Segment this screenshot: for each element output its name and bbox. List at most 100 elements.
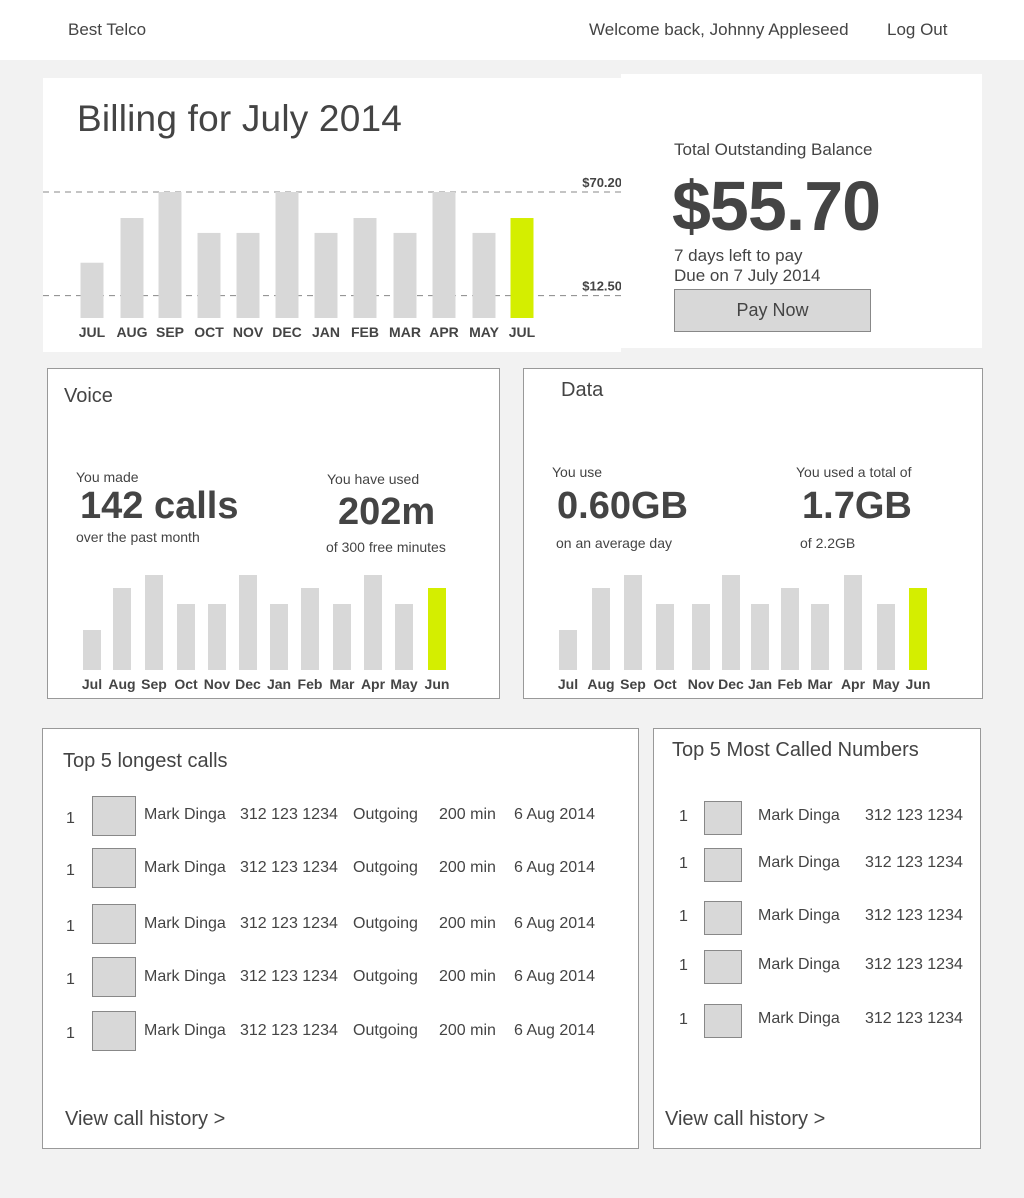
list-item[interactable]: 1 Mark Dinga 312 123 1234: [654, 848, 982, 888]
chart-tick-label: Jan: [267, 676, 291, 692]
chart-bar: [158, 192, 182, 318]
contact-name: Mark Dinga: [144, 859, 226, 876]
call-duration: 200 min: [439, 859, 496, 876]
voice-panel: Voice You made 142 calls over the past m…: [47, 368, 500, 699]
billing-chart-card: Billing for July 2014 $70.20 $12.50 JUL AUG…: [43, 78, 622, 352]
chart-bar: [692, 604, 710, 670]
pay-now-button[interactable]: Pay Now: [674, 289, 871, 332]
call-date: 6 Aug 2014: [514, 859, 595, 876]
chart-bar: [811, 604, 829, 670]
contact-avatar: [704, 801, 742, 835]
contact-name: Mark Dinga: [144, 915, 226, 932]
view-call-history-link[interactable]: View call history >: [65, 1108, 225, 1131]
phone-number: 312 123 1234: [865, 907, 963, 924]
list-item[interactable]: 1 Mark Dinga 312 123 1234 Outgoing 200 m…: [43, 848, 640, 888]
brand-logo-text[interactable]: Best Telco: [68, 20, 146, 40]
chart-tick-label: FEB: [351, 324, 379, 340]
list-item[interactable]: 1 Mark Dinga 312 123 1234: [654, 901, 982, 941]
chart-bar: [208, 604, 226, 670]
chart-tick-label: Jul: [82, 676, 102, 692]
balance-card: Total Outstanding Balance $55.70 7 days …: [621, 74, 982, 348]
reference-line-label: $12.50: [582, 279, 622, 294]
chart-tick-label: Mar: [330, 676, 355, 692]
chart-bar: [393, 232, 417, 318]
chart-bar: [844, 575, 862, 670]
chart-bar: [353, 218, 377, 318]
phone-number: 312 123 1234: [865, 807, 963, 824]
contact-name: Mark Dinga: [758, 1010, 840, 1027]
chart-tick-label: Apr: [841, 676, 866, 692]
list-item[interactable]: 1 Mark Dinga 312 123 1234: [654, 801, 982, 841]
call-rank: 1: [679, 855, 688, 872]
call-rank: 1: [66, 1025, 75, 1042]
list-item[interactable]: 1 Mark Dinga 312 123 1234 Outgoing 200 m…: [43, 796, 640, 836]
contact-avatar: [92, 957, 136, 997]
chart-tick-label: Sep: [620, 676, 646, 692]
longest-calls-title: Top 5 longest calls: [63, 750, 228, 772]
chart-bar: [83, 630, 101, 670]
contact-avatar: [704, 901, 742, 935]
list-item[interactable]: 1 Mark Dinga 312 123 1234: [654, 1004, 982, 1044]
list-item[interactable]: 1 Mark Dinga 312 123 1234 Outgoing 200 m…: [43, 904, 640, 944]
call-date: 6 Aug 2014: [514, 968, 595, 985]
balance-amount: $55.70: [672, 167, 881, 245]
call-date: 6 Aug 2014: [514, 806, 595, 823]
chart-tick-label: JUL: [79, 324, 106, 340]
call-rank: 1: [66, 918, 75, 935]
chart-bar: [113, 588, 131, 670]
list-item[interactable]: 1 Mark Dinga 312 123 1234: [654, 950, 982, 990]
call-direction: Outgoing: [353, 1022, 418, 1039]
contact-name: Mark Dinga: [144, 968, 226, 985]
chart-tick-label: Nov: [204, 676, 231, 692]
chart-tick-label: OCT: [194, 324, 224, 340]
chart-tick-label: Feb: [778, 676, 803, 692]
billing-bar-chart: $70.20 $12.50 JUL AUG SEP OCT NOV DEC JAN FEB MAR A…: [43, 175, 622, 340]
chart-bar: [145, 575, 163, 670]
chart-tick-label: MAR: [389, 324, 421, 340]
chart-bar: [239, 575, 257, 670]
chart-bar: [472, 232, 496, 318]
logout-link[interactable]: Log Out: [887, 20, 948, 40]
chart-bar: [301, 588, 319, 670]
due-date-text: Due on 7 July 2014: [674, 266, 821, 285]
phone-number: 312 123 1234: [865, 854, 963, 871]
call-duration: 200 min: [439, 1022, 496, 1039]
call-rank: 1: [679, 957, 688, 974]
call-rank: 1: [679, 908, 688, 925]
phone-number: 312 123 1234: [240, 1022, 338, 1039]
chart-bar: [333, 604, 351, 670]
reference-line-label: $70.20: [582, 175, 622, 190]
contact-name: Mark Dinga: [758, 907, 840, 924]
view-call-history-link[interactable]: View call history >: [665, 1108, 825, 1131]
voice-bar-chart: Jul Aug Sep Oct Nov Dec Jan Feb Mar Apr May Jun: [82, 575, 449, 692]
list-item[interactable]: 1 Mark Dinga 312 123 1234 Outgoing 200 m…: [43, 1011, 640, 1051]
chart-bar: [364, 575, 382, 670]
phone-number: 312 123 1234: [240, 968, 338, 985]
data-panel: Data You use 0.60GB on an average day Yo…: [523, 368, 983, 699]
contact-name: Mark Dinga: [144, 1022, 226, 1039]
chart-bar: [909, 588, 927, 670]
contact-avatar: [92, 796, 136, 836]
contact-name: Mark Dinga: [758, 807, 840, 824]
chart-bar: [428, 588, 446, 670]
call-direction: Outgoing: [353, 806, 418, 823]
chart-bar: [395, 604, 413, 670]
chart-tick-label: JAN: [312, 324, 340, 340]
phone-number: 312 123 1234: [240, 859, 338, 876]
phone-number: 312 123 1234: [240, 806, 338, 823]
chart-bar: [624, 575, 642, 670]
longest-calls-panel: Top 5 longest calls 1 Mark Dinga 312 123…: [42, 728, 639, 1149]
chart-tick-label: Apr: [361, 676, 386, 692]
call-date: 6 Aug 2014: [514, 1022, 595, 1039]
chart-tick-label: Oct: [653, 676, 677, 692]
balance-label: Total Outstanding Balance: [674, 140, 873, 159]
call-direction: Outgoing: [353, 915, 418, 932]
list-item[interactable]: 1 Mark Dinga 312 123 1234 Outgoing 200 m…: [43, 957, 640, 997]
call-duration: 200 min: [439, 806, 496, 823]
data-bar-chart: Jul Aug Sep Oct Nov Dec Jan Feb Mar Apr May Jun: [558, 575, 930, 692]
call-duration: 200 min: [439, 915, 496, 932]
chart-bar: [877, 604, 895, 670]
contact-avatar: [92, 904, 136, 944]
contact-avatar: [704, 950, 742, 984]
chart-tick-label: Mar: [808, 676, 833, 692]
